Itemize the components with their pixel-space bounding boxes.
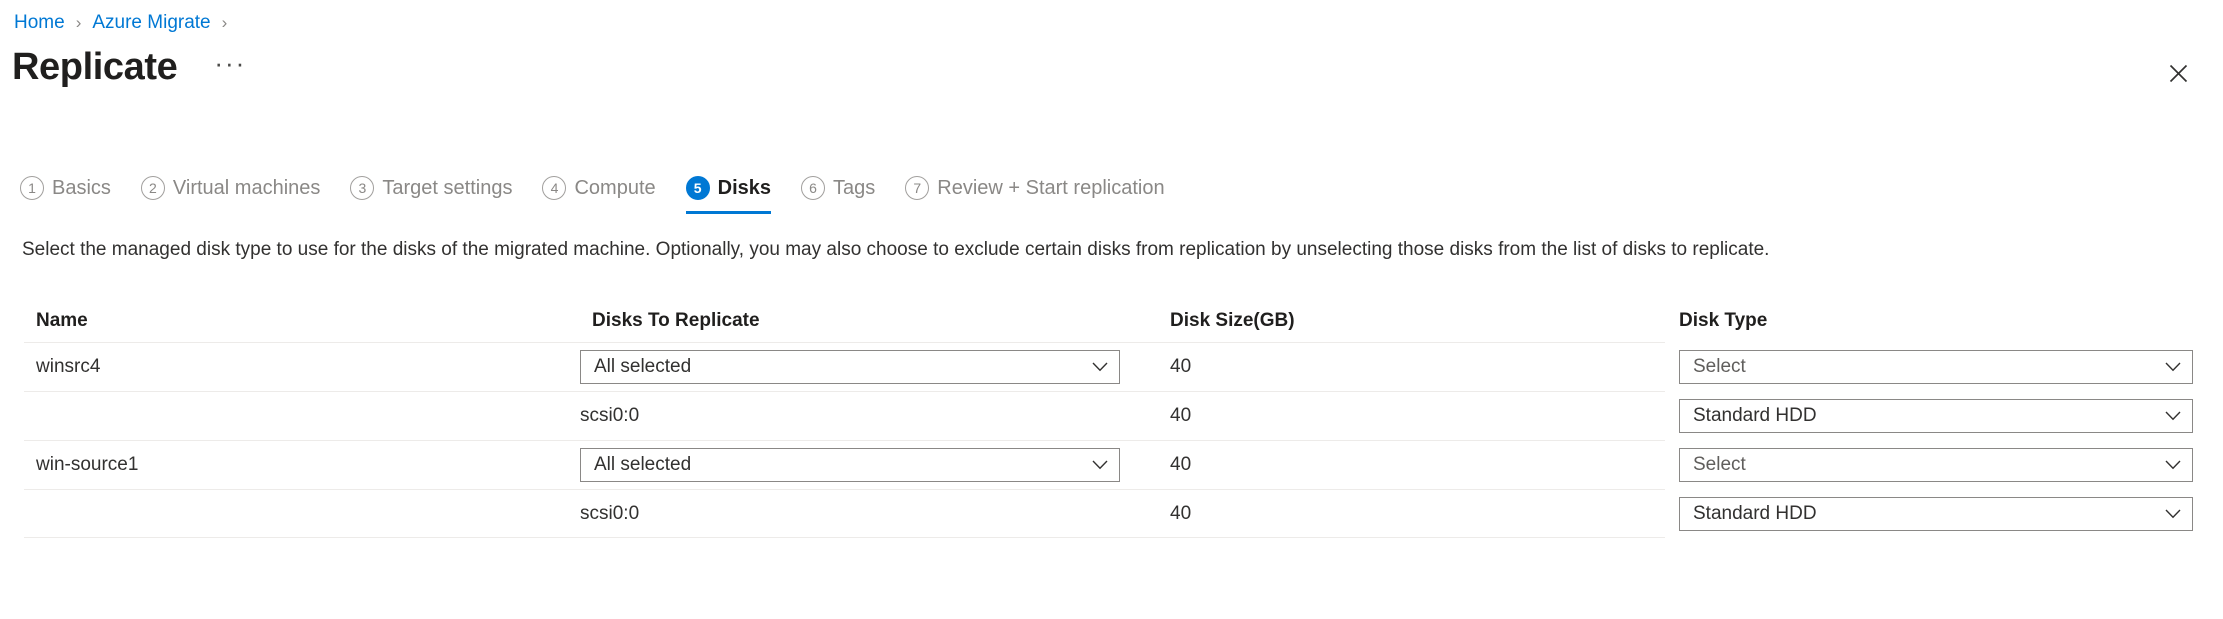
column-header-disk-size: Disk Size(GB): [1135, 310, 1665, 332]
disk-type-dropdown[interactable]: Select: [1679, 448, 2193, 482]
step-number-badge: 5: [686, 176, 710, 200]
step-number-badge: 7: [905, 176, 929, 200]
page-description: Select the managed disk type to use for …: [22, 237, 1769, 263]
breadcrumb: Home › Azure Migrate ›: [14, 10, 238, 36]
disk-size-value: 40: [1135, 356, 1665, 378]
breadcrumb-chevron-icon: ›: [76, 10, 82, 36]
more-options-button[interactable]: ···: [214, 53, 246, 73]
tab-label: Review + Start replication: [937, 177, 1164, 200]
table-row: scsi0:0 40 Standard HDD: [24, 391, 2204, 440]
disk-type-dropdown[interactable]: Standard HDD: [1679, 497, 2193, 531]
chevron-down-icon: [1092, 362, 1108, 372]
machine-name: win-source1: [24, 454, 580, 476]
tab-label: Disks: [718, 177, 771, 200]
disk-size-value: 40: [1135, 503, 1665, 525]
disk-size-value: 40: [1135, 454, 1665, 476]
tab-virtual-machines[interactable]: 2 Virtual machines: [141, 168, 320, 214]
chevron-down-icon: [1092, 460, 1108, 470]
disk-name: scsi0:0: [580, 503, 1135, 525]
dropdown-value: All selected: [594, 356, 691, 378]
tab-label: Compute: [574, 177, 655, 200]
chevron-down-icon: [2165, 509, 2181, 519]
tab-label: Basics: [52, 177, 111, 200]
tab-review-start-replication[interactable]: 7 Review + Start replication: [905, 168, 1164, 214]
disk-type-cell: Select: [1665, 448, 2195, 482]
wizard-steps: 1 Basics 2 Virtual machines 3 Target set…: [20, 168, 1195, 214]
chevron-down-icon: [2165, 362, 2181, 372]
column-header-name: Name: [24, 310, 580, 332]
step-number-badge: 2: [141, 176, 165, 200]
table-row: scsi0:0 40 Standard HDD: [24, 489, 2204, 538]
breadcrumb-item-azure-migrate[interactable]: Azure Migrate: [92, 10, 210, 36]
dropdown-value: Standard HDD: [1693, 405, 1817, 427]
disks-to-replicate-dropdown[interactable]: All selected: [580, 448, 1120, 482]
machine-name: winsrc4: [24, 356, 580, 378]
page-header: Replicate ···: [12, 44, 246, 90]
disk-type-dropdown[interactable]: Select: [1679, 350, 2193, 384]
tab-label: Virtual machines: [173, 177, 320, 200]
close-button[interactable]: [2160, 55, 2196, 91]
breadcrumb-item-home[interactable]: Home: [14, 10, 65, 36]
disk-size-value: 40: [1135, 405, 1665, 427]
disk-name: scsi0:0: [580, 405, 1135, 427]
tab-label: Target settings: [382, 177, 512, 200]
step-number-badge: 1: [20, 176, 44, 200]
tab-compute[interactable]: 4 Compute: [542, 168, 655, 214]
tab-disks[interactable]: 5 Disks: [686, 168, 771, 214]
disks-to-replicate-cell: All selected: [580, 350, 1135, 384]
table-row: win-source1 All selected 40 Select: [24, 440, 2204, 489]
disks-to-replicate-dropdown[interactable]: All selected: [580, 350, 1120, 384]
column-header-disks-to-replicate: Disks To Replicate: [580, 310, 1135, 332]
close-icon: [2169, 64, 2188, 83]
tab-basics[interactable]: 1 Basics: [20, 168, 111, 214]
tab-tags[interactable]: 6 Tags: [801, 168, 875, 214]
chevron-down-icon: [2165, 460, 2181, 470]
step-number-badge: 6: [801, 176, 825, 200]
tab-target-settings[interactable]: 3 Target settings: [350, 168, 512, 214]
disks-to-replicate-cell: All selected: [580, 448, 1135, 482]
dropdown-value: Select: [1693, 454, 1746, 476]
chevron-down-icon: [2165, 411, 2181, 421]
disk-type-cell: Select: [1665, 350, 2195, 384]
dropdown-value: Select: [1693, 356, 1746, 378]
page-title: Replicate: [12, 44, 177, 90]
table-header-row: Name Disks To Replicate Disk Size(GB) Di…: [24, 300, 2204, 342]
disk-type-cell: Standard HDD: [1665, 497, 2195, 531]
table-row: winsrc4 All selected 40 Select: [24, 342, 2204, 391]
dropdown-value: All selected: [594, 454, 691, 476]
step-number-badge: 3: [350, 176, 374, 200]
disk-type-dropdown[interactable]: Standard HDD: [1679, 399, 2193, 433]
column-header-disk-type: Disk Type: [1665, 310, 2195, 332]
breadcrumb-chevron-icon: ›: [222, 10, 228, 36]
tab-label: Tags: [833, 177, 875, 200]
step-number-badge: 4: [542, 176, 566, 200]
disks-table: Name Disks To Replicate Disk Size(GB) Di…: [24, 300, 2204, 538]
disk-type-cell: Standard HDD: [1665, 399, 2195, 433]
dropdown-value: Standard HDD: [1693, 503, 1817, 525]
